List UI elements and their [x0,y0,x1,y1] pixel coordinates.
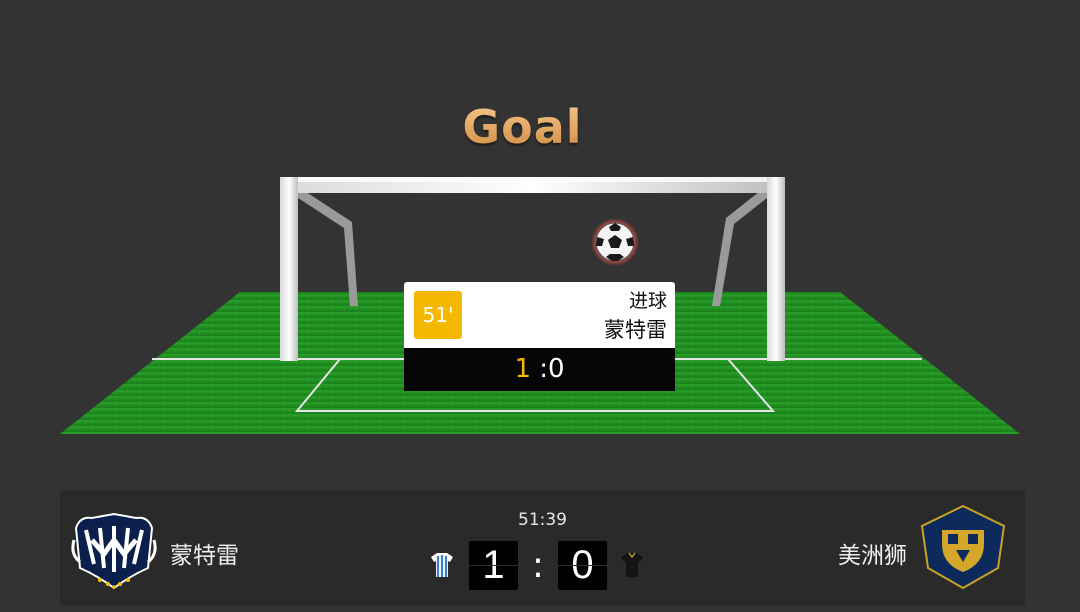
pitch-illustration [60,177,1020,434]
left-post [280,177,298,361]
event-type-label: 进球 [628,290,667,312]
away-kit-icon [621,552,643,577]
right-post [767,177,785,361]
pumas-crest-icon [920,504,1006,590]
event-score-scorer: 1 [514,354,531,384]
match-clock: 51:39 [518,510,567,530]
goal-event-card: 51' 进球 蒙特雷 [404,282,675,348]
away-team-name: 美洲狮 [838,543,907,569]
goal-animation-stage: Goal 51' 进球 蒙特雷 1 :0 [0,0,1080,490]
event-team-label: 蒙特雷 [604,318,667,342]
net-support-left [292,188,358,306]
net-support-right [712,188,772,306]
goal-title: Goal [0,100,1045,154]
scoreboard: 蒙特雷 51:39 1 : 0 美洲狮 [60,490,1025,606]
event-score-rest: :0 [530,354,565,384]
soccer-ball-icon [591,218,639,266]
minute-badge: 51' [414,291,462,339]
away-score: 0 [558,541,607,590]
event-score: 1 :0 [404,348,675,391]
home-team-name: 蒙特雷 [170,543,239,569]
home-score: 1 [469,541,518,590]
score-separator: : [531,545,545,586]
home-kit-icon [431,553,453,577]
